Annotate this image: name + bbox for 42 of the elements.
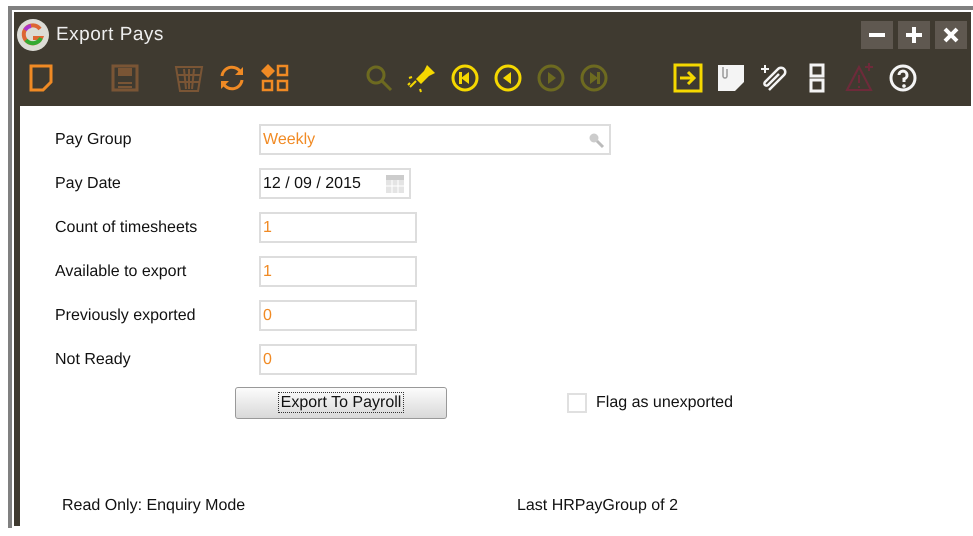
checkbox-label: Flag as unexported: [596, 394, 733, 412]
window-title: Export Pays: [56, 24, 165, 46]
maximize-button[interactable]: [898, 21, 930, 49]
minimize-button[interactable]: [861, 21, 893, 49]
input-field[interactable]: 1: [259, 212, 417, 243]
status-text: Read Only: Enquiry Mode: [62, 497, 246, 515]
save-icon: [110, 63, 140, 93]
note-icon: [716, 63, 746, 93]
flashlight-icon: [407, 63, 437, 93]
field-label: Count of timesheets: [55, 218, 198, 236]
skip-back-icon: [450, 63, 480, 93]
help-icon: [888, 63, 918, 93]
close-icon: [943, 27, 959, 43]
play-icon: [536, 63, 566, 93]
shapes-icon: [260, 63, 290, 93]
search-icon: [364, 63, 394, 93]
close-button[interactable]: [935, 21, 967, 49]
input-field[interactable]: 0: [259, 300, 417, 331]
skip-forward-icon: [579, 63, 609, 93]
field-label: Pay Date: [55, 174, 122, 192]
field-label: Previously exported: [55, 306, 197, 324]
plus-icon: [905, 26, 923, 44]
minimize-icon: [869, 33, 885, 37]
warning-icon: [845, 63, 875, 93]
trash-icon: [174, 63, 204, 93]
field-label: Pay Group: [55, 130, 132, 148]
back-icon: [493, 63, 523, 93]
field-label: Not Ready: [55, 350, 132, 368]
calendar-icon: [385, 174, 405, 194]
checkbox[interactable]: [567, 393, 587, 413]
logo-icon: [16, 18, 50, 52]
toolbar-button[interactable]: [671, 61, 705, 95]
input-field[interactable]: Weekly: [259, 124, 611, 155]
input-field[interactable]: 12 / 09 / 2015: [259, 168, 411, 199]
field-label: Available to export: [55, 262, 188, 280]
paperclip-plus-icon: [759, 63, 789, 93]
arrow-box-icon: [673, 63, 703, 93]
status-text: Last HRPayGroup of 2: [517, 497, 678, 515]
input-field[interactable]: 0: [259, 344, 417, 375]
export-button[interactable]: Export To Payroll: [235, 387, 447, 419]
search-icon: [587, 130, 605, 148]
input-field[interactable]: 1: [259, 256, 417, 287]
